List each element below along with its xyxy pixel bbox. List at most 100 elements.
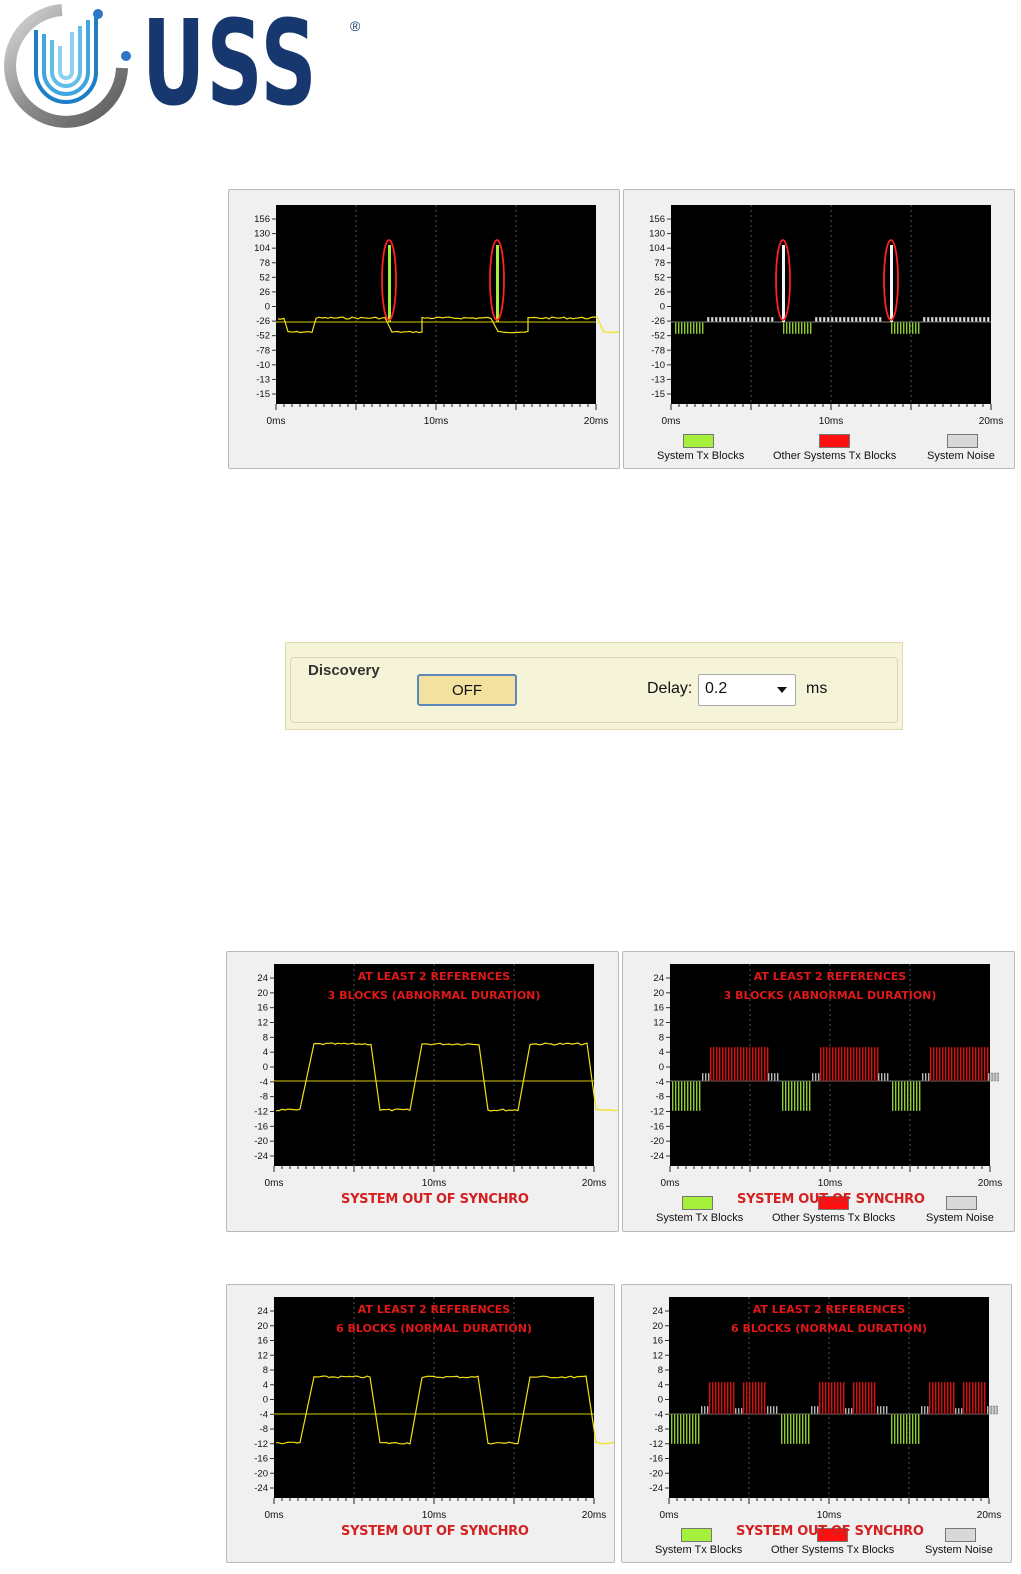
tx-block-bar	[970, 316, 974, 323]
tx-block-bar	[793, 1080, 796, 1112]
out-of-sync-label: SYSTEM OUT OF SYNCHRO	[341, 1524, 529, 1539]
tx-block-bar	[825, 1046, 828, 1082]
tx-block-bar	[734, 1407, 737, 1415]
y-tick-label: 104	[254, 243, 270, 254]
tx-block-bar	[909, 1080, 912, 1112]
signal-trace-panel-bottom: 24 20 16 12 8 4 0 -4 -8 -12 -16 -20 -24 0ms 10ms 20ms AT…	[226, 1284, 615, 1563]
x-tick-label: 0ms	[267, 416, 286, 427]
tx-block-bar	[897, 1080, 900, 1112]
tx-block-bar	[957, 1407, 960, 1415]
x-tick-label: 10ms	[424, 416, 448, 427]
tx-block-bar	[799, 1080, 802, 1112]
tx-block-bar	[714, 1381, 717, 1415]
y-tick-label: -4	[260, 1077, 268, 1088]
y-tick-label: 16	[257, 1336, 268, 1347]
signal-trace-panel-top: 156 130 104 78 52 26 0 -26 -52 -78 -10 -13 -15 0ms 10m…	[228, 189, 620, 469]
tx-block-bar	[709, 1046, 712, 1082]
tx-block-bar	[905, 321, 908, 335]
tx-block-bar	[949, 1381, 952, 1415]
tx-block-bar	[852, 1381, 855, 1415]
tx-block-bar	[680, 321, 683, 335]
tx-block-bar	[990, 1072, 993, 1082]
tx-block-bar	[987, 1072, 990, 1082]
tx-block-bar	[935, 1046, 938, 1082]
tx-block-bar	[953, 1046, 956, 1082]
y-tick-label: 52	[259, 272, 270, 283]
tx-block-bar	[715, 1046, 718, 1082]
legend-swatch-noise	[945, 1528, 976, 1542]
tx-block-bar	[721, 1046, 724, 1082]
tx-block-bar	[993, 1072, 996, 1082]
y-tick-label: -26	[651, 316, 665, 327]
tx-block-bar	[827, 1381, 830, 1415]
tx-block-bar	[745, 1046, 748, 1082]
tx-block-bar	[691, 1413, 694, 1445]
tx-block-bar	[950, 316, 954, 323]
tx-block-bar	[822, 1046, 825, 1082]
tx-block-bar	[927, 1072, 930, 1082]
tx-block-bar	[885, 1405, 888, 1415]
tx-block-bar	[730, 1046, 733, 1082]
tx-block-bar	[844, 1407, 847, 1415]
tx-blocks-panel-middle: 24 20 16 12 8 4 0 -4 -8 -12 -16 -20 -24 0ms 10ms 20ms AT…	[622, 951, 1015, 1232]
x-tick-label: 0ms	[662, 416, 681, 427]
tx-block-bar	[698, 321, 701, 335]
chart-annotation: AT LEAST 2 REFERENCES	[358, 970, 511, 983]
tx-block-bar	[911, 1413, 914, 1445]
tx-block-bar	[914, 321, 917, 335]
y-tick-label: 24	[257, 973, 268, 984]
tx-block-bar	[701, 321, 704, 335]
tx-block-bar	[842, 1381, 845, 1415]
tx-block-bar	[797, 321, 800, 335]
tx-block-bar	[769, 1405, 772, 1415]
tx-block-bar	[914, 1413, 917, 1445]
y-tick-label: 12	[653, 1018, 664, 1029]
tx-block-bar	[917, 321, 920, 335]
tx-block-bar	[711, 1381, 714, 1415]
tx-block-bar	[956, 1046, 959, 1082]
tx-block-bar	[718, 316, 722, 323]
tx-block-bar	[707, 1072, 710, 1082]
delay-label: Delay:	[647, 680, 693, 697]
tx-block-bar	[843, 1046, 846, 1082]
tx-block-bar	[772, 1405, 775, 1415]
discovery-toggle-button[interactable]: OFF	[417, 674, 517, 706]
tx-block-bar	[717, 1381, 720, 1415]
tx-block-bar	[813, 1405, 816, 1415]
tx-block-bar	[810, 1405, 813, 1415]
tx-block-bar	[858, 1381, 861, 1415]
tx-block-bar	[730, 316, 734, 323]
tx-block-bar	[807, 1413, 810, 1445]
y-tick-label: 4	[658, 1380, 663, 1391]
tx-block-bar	[710, 316, 714, 323]
tx-block-bar	[908, 1413, 911, 1445]
chevron-down-icon[interactable]	[777, 687, 787, 693]
tx-block-bar	[982, 316, 986, 323]
tx-block-bar	[763, 1046, 766, 1082]
tx-block-bar	[852, 1046, 855, 1082]
tx-block-bar	[980, 1381, 983, 1415]
delay-dropdown[interactable]: 0.2	[698, 674, 796, 706]
tx-block-bar	[938, 1046, 941, 1082]
y-tick-label: 130	[254, 229, 270, 240]
tx-block-bar	[742, 1046, 745, 1082]
x-tick-label: 10ms	[422, 1178, 446, 1189]
legend-swatch-noise	[946, 1196, 977, 1210]
y-tick-label: -20	[254, 1468, 268, 1479]
y-tick-label: -4	[656, 1077, 664, 1088]
tx-block-bar	[891, 1080, 894, 1112]
tx-block-bar	[803, 321, 806, 335]
uss-logo-mark	[4, 4, 131, 128]
discovery-title: Discovery	[305, 662, 383, 679]
y-tick-label: 26	[654, 287, 665, 298]
x-tick-label: 0ms	[265, 1510, 284, 1521]
tx-block-bar	[886, 1072, 889, 1082]
tx-block-bar	[870, 1046, 873, 1082]
tx-block-bar	[928, 1381, 931, 1415]
tx-block-bar	[805, 1080, 808, 1112]
tx-block-bar	[920, 1405, 923, 1415]
y-tick-label: 0	[659, 1062, 664, 1073]
logo-text: USS	[142, 0, 318, 132]
tx-block-bar	[977, 1381, 980, 1415]
y-tick-label: -20	[649, 1468, 663, 1479]
